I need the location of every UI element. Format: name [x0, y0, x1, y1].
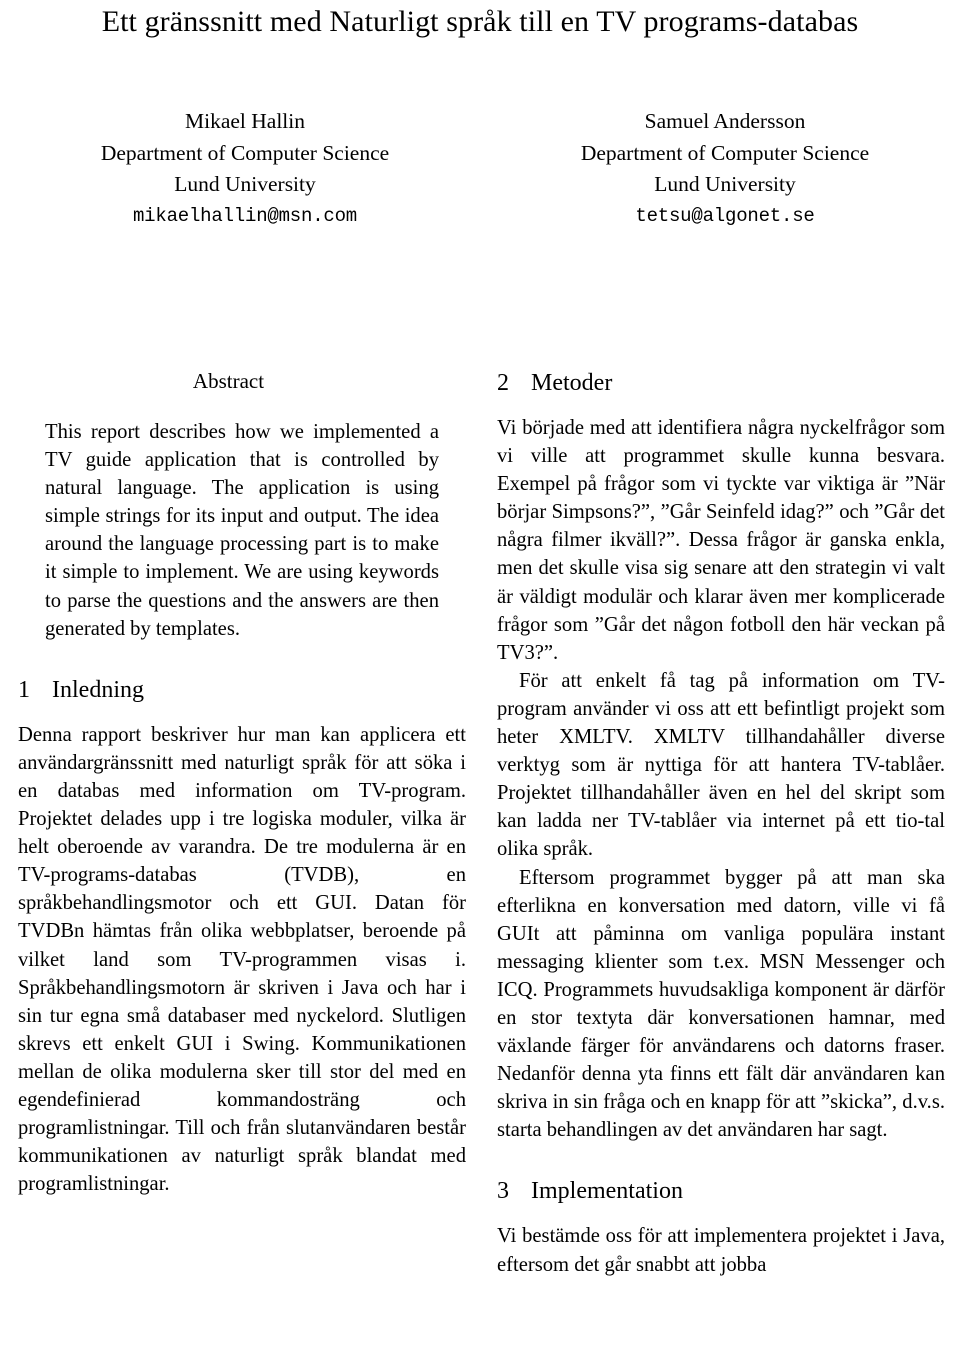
section-1-title: Inledning — [52, 676, 144, 703]
column-left: Abstract This report describes how we im… — [18, 368, 466, 1198]
column-right: 2 Metoder Vi började med att identifiera… — [497, 368, 945, 1279]
section-heading-3: 3 Implementation — [497, 1176, 945, 1206]
section-2-title: Metoder — [531, 370, 613, 396]
author-2-name: Samuel Andersson — [644, 109, 806, 133]
section-2-number: 2 — [497, 370, 509, 396]
section-2-paragraph-2: För att enkelt få tag på information om … — [497, 669, 945, 861]
author-1-email: mikaelhallin@msn.com — [132, 204, 358, 227]
author-2-email: tetsu@algonet.se — [635, 204, 815, 227]
paper-page: Ett gränssnitt med Naturligt språk till … — [0, 0, 960, 1365]
author-1-name: Mikael Hallin — [184, 109, 305, 133]
section-1-paragraph-1: Denna rapport beskriver hur man kan appl… — [18, 723, 466, 1196]
abstract-block: Abstract This report describes how we im… — [18, 368, 439, 643]
author-1-university: Lund University — [174, 172, 316, 196]
author-2-department: Department of Computer Science — [580, 140, 870, 165]
abstract-text: This report describes how we implemented… — [45, 421, 439, 640]
abstract-heading: Abstract — [192, 369, 265, 393]
author-2: Samuel Andersson Department of Computer … — [490, 106, 960, 231]
section-3-number: 3 — [497, 1178, 509, 1205]
section-2-paragraph-3: Eftersom programmet bygger på att man sk… — [497, 866, 945, 1142]
author-2-university: Lund University — [654, 172, 796, 196]
section-3-paragraph-1: Vi bestämde oss för att implementera pro… — [497, 1225, 945, 1276]
paper-title: Ett gränssnitt med Naturligt språk till … — [101, 5, 859, 38]
section-3-title: Implementation — [531, 1178, 683, 1205]
author-block: Mikael Hallin Department of Computer Sci… — [0, 106, 960, 231]
author-1: Mikael Hallin Department of Computer Sci… — [0, 106, 490, 231]
author-1-department: Department of Computer Science — [100, 140, 390, 165]
section-1-number: 1 — [18, 676, 30, 703]
section-2-paragraph-1: Vi började med att identifiera några nyc… — [497, 417, 945, 664]
section-heading-2: 2 Metoder — [497, 368, 945, 398]
section-heading-1: 1 Inledning — [18, 675, 466, 705]
